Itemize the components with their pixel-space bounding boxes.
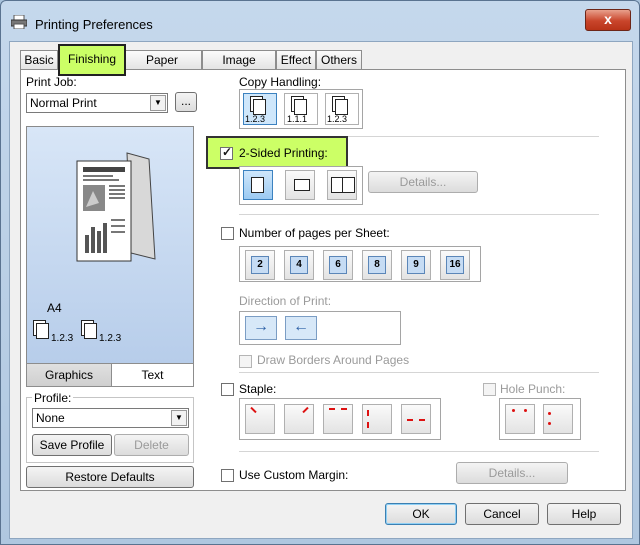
- ok-button[interactable]: OK: [385, 503, 457, 525]
- direction-group: → ←: [239, 311, 401, 345]
- pages-2-option[interactable]: 2: [245, 250, 275, 280]
- long-edge-binding-icon[interactable]: [243, 170, 273, 200]
- two-sided-checkbox[interactable]: ✓: [220, 145, 233, 160]
- staple-top-right-option[interactable]: [284, 404, 314, 434]
- print-job-select[interactable]: Normal Print ▼: [26, 93, 168, 113]
- hole-punch-checkbox[interactable]: [483, 383, 496, 396]
- preview-stack-label-2: 1.2.3: [99, 333, 122, 344]
- preview-paper-size: A4: [47, 301, 62, 315]
- tab-finishing[interactable]: Finishing: [58, 44, 126, 76]
- pages-16-option[interactable]: 16: [440, 250, 470, 280]
- window-title: Printing Preferences: [35, 17, 153, 32]
- print-job-value: Normal Print: [30, 96, 97, 110]
- two-sided-details-button[interactable]: Details...: [368, 171, 478, 193]
- print-preview: A4 1.2.3 1.2.3: [26, 126, 194, 364]
- copy-collate-option[interactable]: 1.2.3: [243, 93, 277, 125]
- pages-9-option[interactable]: 9: [401, 250, 431, 280]
- two-sided-binding-group: [239, 166, 363, 205]
- profile-select[interactable]: None ▼: [32, 408, 189, 428]
- chevron-down-icon: ▼: [171, 410, 187, 426]
- staple-top-double-option[interactable]: [323, 404, 353, 434]
- chevron-down-icon: ▼: [150, 95, 166, 111]
- printer-icon: [11, 15, 27, 29]
- printing-preferences-window: Printing Preferences x Basic Finishing P…: [0, 0, 640, 545]
- staple-bottom-double-option[interactable]: [401, 404, 431, 434]
- draw-borders-checkbox[interactable]: [239, 355, 252, 368]
- close-button[interactable]: x: [585, 9, 631, 31]
- duplex-document-icon: [76, 152, 156, 262]
- title-bar: Printing Preferences x: [1, 1, 639, 41]
- booklet-binding-icon[interactable]: [327, 170, 357, 200]
- profile-label: Profile:: [32, 391, 74, 405]
- view-graphics-button[interactable]: Graphics: [26, 363, 112, 387]
- tab-paper-handling[interactable]: Paper Handling: [122, 50, 202, 85]
- print-job-label: Print Job:: [26, 75, 77, 89]
- short-edge-binding-icon[interactable]: [285, 170, 315, 200]
- pages-per-sheet-checkbox[interactable]: [221, 227, 234, 240]
- delete-profile-button[interactable]: Delete: [114, 434, 189, 456]
- tab-effect[interactable]: Effect: [276, 50, 316, 69]
- direction-of-print-label: Direction of Print:: [239, 294, 332, 308]
- staple-group: [239, 398, 441, 440]
- close-icon: x: [604, 11, 612, 27]
- staple-left-double-option[interactable]: [362, 404, 392, 434]
- copy-handling-label: Copy Handling:: [239, 75, 322, 89]
- preview-stack-label-1: 1.2.3: [51, 333, 74, 344]
- pages-6-option[interactable]: 6: [323, 250, 353, 280]
- copy-offset-option[interactable]: 1.2.3: [325, 93, 359, 125]
- draw-borders-label: Draw Borders Around Pages: [257, 353, 410, 367]
- custom-margin-details-button[interactable]: Details...: [456, 462, 568, 484]
- checkmark-icon: ✓: [222, 145, 233, 159]
- punch-left-option[interactable]: [543, 404, 573, 434]
- arrow-right-icon[interactable]: →: [245, 316, 277, 340]
- staple-top-left-option[interactable]: [245, 404, 275, 434]
- two-sided-label: 2-Sided Printing:: [239, 146, 328, 160]
- tab-image-quality[interactable]: Image Quality: [202, 50, 276, 85]
- save-profile-button[interactable]: Save Profile: [32, 434, 112, 456]
- staple-checkbox[interactable]: [221, 383, 234, 396]
- tab-basic[interactable]: Basic: [20, 50, 58, 69]
- custom-margin-checkbox[interactable]: [221, 469, 234, 482]
- staple-label: Staple:: [239, 382, 277, 396]
- profile-value: None: [36, 411, 65, 425]
- punch-top-option[interactable]: [505, 404, 535, 434]
- hole-punch-label: Hole Punch:: [500, 382, 566, 396]
- custom-margin-label: Use Custom Margin:: [239, 468, 349, 482]
- help-button[interactable]: Help: [547, 503, 621, 525]
- copy-group-option[interactable]: 1.1.1: [284, 93, 318, 125]
- dialog-client: Basic Finishing Paper Handling Image Qua…: [9, 41, 633, 539]
- tab-others[interactable]: Others: [316, 50, 362, 69]
- hole-punch-group: [499, 398, 581, 440]
- pages-per-sheet-group: 2 4 6 8 9 16: [239, 246, 481, 282]
- pages-4-option[interactable]: 4: [284, 250, 314, 280]
- view-text-button[interactable]: Text: [111, 363, 194, 387]
- cancel-button[interactable]: Cancel: [465, 503, 539, 525]
- restore-defaults-button[interactable]: Restore Defaults: [26, 466, 194, 488]
- print-job-more-button[interactable]: ...: [175, 92, 197, 112]
- arrow-left-icon[interactable]: ←: [285, 316, 317, 340]
- pages-8-option[interactable]: 8: [362, 250, 392, 280]
- pages-per-sheet-label: Number of pages per Sheet:: [239, 226, 390, 240]
- copy-handling-group: 1.2.3 1.1.1 1.2.3: [239, 89, 363, 129]
